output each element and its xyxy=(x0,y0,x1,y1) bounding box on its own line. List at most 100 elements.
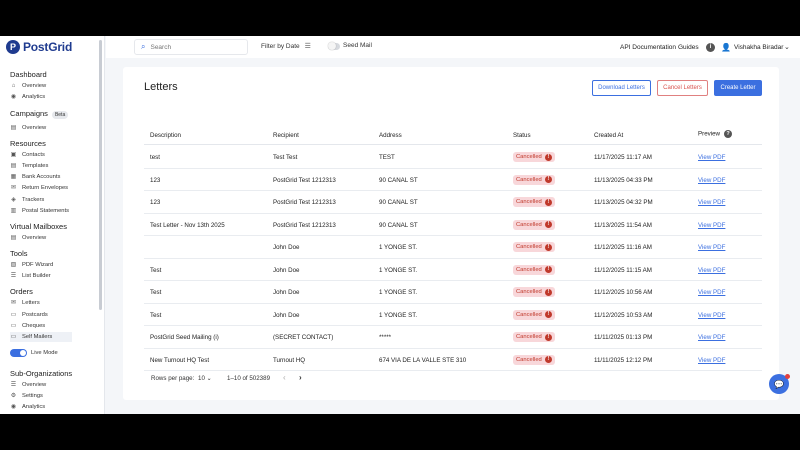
table-row[interactable]: 123 PostGrid Test 1212313 90 CANAL ST 11/13… xyxy=(144,169,762,191)
sidebar-item-mailboxes-overview[interactable]: ▤ Overview xyxy=(10,233,47,243)
cell-address: 1 YONGE ST. xyxy=(379,289,418,296)
sidebar-item-pdf-wizard[interactable]: ▧ PDF Wizard xyxy=(10,260,54,270)
live-mode-toggle[interactable] xyxy=(10,349,27,357)
cell-description: test xyxy=(150,154,160,161)
view-pdf-link[interactable]: View PDF xyxy=(698,267,725,274)
seed-mail-toggle[interactable] xyxy=(328,42,340,50)
sidebar-item-list-builder[interactable]: ☰ List Builder xyxy=(10,271,51,281)
sidebar-item-trackers[interactable]: ◈ Trackers xyxy=(10,195,44,205)
rows-per-page-select[interactable]: 10 ⌄ xyxy=(198,375,212,382)
header-created-at[interactable]: Created At xyxy=(594,132,623,139)
section-tools: Tools xyxy=(10,249,28,258)
search-box[interactable]: ⌕ xyxy=(134,39,248,55)
view-pdf-link[interactable]: View PDF xyxy=(698,357,725,364)
list-icon: ☰ xyxy=(10,273,17,279)
cell-description: Test xyxy=(150,311,162,319)
status-badge: Cancelled! xyxy=(513,287,555,297)
sidebar-item-postal-statements[interactable]: ▥ Postal Statements xyxy=(10,206,69,216)
view-pdf-link[interactable]: View PDF xyxy=(698,244,725,251)
sidebar-item-dashboard-analytics[interactable]: ◉ Analytics xyxy=(10,92,45,102)
table-row[interactable]: Test Letter - Nov 13th 2025 PostGrid Test… xyxy=(144,214,762,236)
cell-address: 674 VIA DE LA VALLE STE 310 xyxy=(379,356,467,364)
cell-address: 90 CANAL ST xyxy=(379,199,418,206)
table-row[interactable]: test Test Test TEST 11/17/2025 11:17 AM Canc… xyxy=(144,146,762,169)
analytics-icon: ◉ xyxy=(10,94,17,100)
cell-description: Test Letter - Nov 13th 2025 xyxy=(150,221,225,229)
status-badge: Cancelled! xyxy=(513,152,555,162)
status-badge: Cancelled! xyxy=(513,242,555,252)
prev-page-icon[interactable]: ‹ xyxy=(283,373,286,382)
analytics-icon: ◉ xyxy=(10,404,17,410)
cell-address: 1 YONGE ST. xyxy=(379,311,418,319)
tracker-icon: ◈ xyxy=(11,197,16,203)
sidebar-item-cheques[interactable]: ▭ Cheques xyxy=(10,321,46,331)
header-description[interactable]: Description xyxy=(150,132,181,139)
sidebar-item-templates[interactable]: ▤ Templates xyxy=(10,161,49,171)
sidebar-item-return-envelopes[interactable]: ✉ Return Envelopes xyxy=(10,183,68,193)
app-window: P PostGrid Dashboard ⌂ Overview ◉ Analytic… xyxy=(0,36,800,414)
view-pdf-link[interactable]: View PDF xyxy=(698,222,725,229)
view-pdf-link[interactable]: View PDF xyxy=(698,199,725,206)
table-row[interactable]: Test John Doe 1 YONGE ST. 11/12/2025 10:56 … xyxy=(144,281,762,304)
view-pdf-link[interactable]: View PDF xyxy=(698,312,725,319)
sidebar-item-contacts[interactable]: ▣ Contacts xyxy=(10,150,45,160)
next-page-icon[interactable]: › xyxy=(299,373,302,382)
view-pdf-link[interactable]: View PDF xyxy=(698,177,725,184)
status-badge: Cancelled! xyxy=(513,309,555,320)
search-input[interactable] xyxy=(150,43,241,51)
sidebar-item-postcards[interactable]: ▭ Postcards xyxy=(10,310,48,320)
help-icon[interactable]: ? xyxy=(724,130,733,138)
sidebar-item-dashboard-overview[interactable]: ⌂ Overview xyxy=(10,81,46,91)
cell-created-at: 11/12/2025 11:16 AM xyxy=(594,244,652,251)
view-pdf-link[interactable]: View PDF xyxy=(698,289,725,296)
cell-address: 1 YONGE ST. xyxy=(379,244,418,251)
table-row[interactable]: PostGrid Seed Mailing (i) (SECRET CONTACT… xyxy=(144,326,762,349)
postcard-icon: ▭ xyxy=(10,312,17,318)
filter-by-date-button[interactable]: Filter by Date ☰ xyxy=(261,42,311,51)
cancel-letters-button[interactable]: Cancel Letters xyxy=(657,80,708,96)
alert-icon: ! xyxy=(544,176,552,183)
cell-address: 90 CANAL ST xyxy=(379,176,418,184)
rows-per-page-label: Rows per page: xyxy=(151,375,195,382)
header-status[interactable]: Status xyxy=(513,132,531,139)
sidebar-item-suborg-analytics[interactable]: ◉ Analytics xyxy=(10,402,45,412)
cell-created-at: 11/17/2025 11:17 AM xyxy=(594,154,652,161)
cell-recipient: John Doe xyxy=(273,244,300,251)
cell-recipient: PostGrid Test 1212313 xyxy=(273,199,336,206)
chevron-down-icon[interactable]: ⌄ xyxy=(784,43,790,51)
sidebar-item-bank-accounts[interactable]: ▦ Bank Accounts xyxy=(10,172,61,182)
header-recipient[interactable]: Recipient xyxy=(273,132,299,139)
sidebar-item-campaigns-overview[interactable]: ▤ Overview xyxy=(10,123,47,133)
cell-recipient: PostGrid Test 1212313 xyxy=(273,221,336,229)
view-pdf-link[interactable]: View PDF xyxy=(698,154,725,161)
section-orders: Orders xyxy=(10,287,33,296)
sidebar-item-self-mailers[interactable]: ▭ Self Mailers xyxy=(10,332,72,342)
download-letters-button[interactable]: Download Letters xyxy=(592,80,651,96)
sidebar-item-suborg-settings[interactable]: ⚙ Settings xyxy=(10,391,43,401)
logo-icon: P xyxy=(6,40,20,54)
info-icon[interactable]: i xyxy=(706,43,715,52)
create-letter-button[interactable]: Create Letter xyxy=(714,80,762,96)
logo[interactable]: P PostGrid xyxy=(6,39,72,55)
sidebar-item-letters[interactable]: ✉ Letters xyxy=(10,298,40,308)
status-badge: Cancelled! xyxy=(513,219,555,230)
table-row[interactable]: Test John Doe 1 YONGE ST. 11/12/2025 11:15 … xyxy=(144,259,762,281)
table-row[interactable]: New Turnout HQ Test Turnout HQ 674 VIA DE … xyxy=(144,349,762,371)
table-row[interactable]: Test John Doe 1 YONGE ST. 11/12/2025 10:53 … xyxy=(144,304,762,326)
cell-description: Test xyxy=(150,266,162,274)
cheque-icon: ▭ xyxy=(10,323,17,329)
wizard-icon: ▧ xyxy=(10,262,17,268)
sidebar-scrollbar[interactable] xyxy=(99,40,102,310)
view-pdf-link[interactable]: View PDF xyxy=(698,334,725,341)
guides-link[interactable]: Guides xyxy=(678,44,699,51)
table-row[interactable]: John Doe 1 YONGE ST. 11/12/2025 11:16 AM Ca… xyxy=(144,236,762,259)
api-documentation-link[interactable]: API Documentation xyxy=(620,44,676,51)
user-icon[interactable]: 👤 xyxy=(721,43,731,52)
user-name[interactable]: Vishakha Biradar xyxy=(734,44,783,51)
header-address[interactable]: Address xyxy=(379,132,402,139)
table-row[interactable]: 123 PostGrid Test 1212313 90 CANAL ST 11/13… xyxy=(144,191,762,214)
chat-notification-dot xyxy=(785,374,790,379)
letters-card: Letters Download Letters Cancel Letters … xyxy=(123,67,779,400)
alert-icon: ! xyxy=(544,356,552,363)
sidebar-item-suborg-overview[interactable]: ☰ Overview xyxy=(10,380,46,390)
